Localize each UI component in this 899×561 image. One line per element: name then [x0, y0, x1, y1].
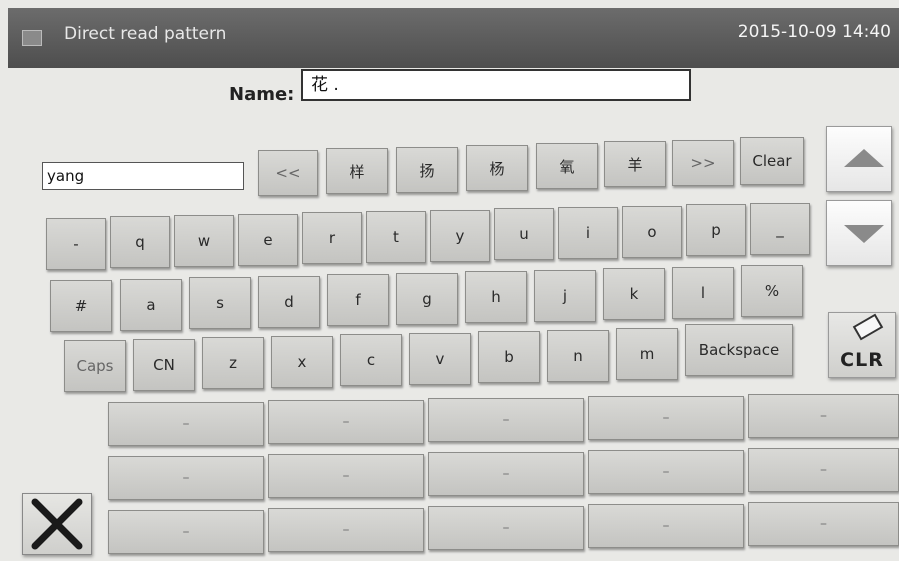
app-icon [22, 30, 42, 46]
page-down-button[interactable] [826, 200, 892, 266]
history-slot[interactable]: – [748, 502, 899, 546]
key-q[interactable]: q [110, 216, 170, 268]
down-triangle-icon [844, 225, 884, 243]
key-y[interactable]: y [430, 210, 490, 262]
history-slot[interactable]: – [748, 394, 899, 438]
key-i[interactable]: i [558, 207, 618, 259]
name-input[interactable]: 花 . [301, 69, 691, 101]
key-t[interactable]: t [366, 211, 426, 263]
key-o[interactable]: o [622, 206, 682, 258]
datetime-display: 2015-10-09 14:40 [737, 22, 891, 42]
key-k[interactable]: k [603, 268, 665, 320]
history-slot[interactable]: – [108, 510, 264, 554]
key-hash[interactable]: # [50, 280, 112, 332]
clr-label: CLR [840, 349, 884, 371]
backspace-key[interactable]: Backspace [685, 324, 793, 376]
candidate-next-button[interactable]: >> [672, 140, 734, 186]
history-slot[interactable]: – [588, 450, 744, 494]
candidate-button-5[interactable]: 羊 [604, 141, 666, 187]
up-triangle-icon [844, 149, 884, 167]
history-slot[interactable]: – [108, 456, 264, 500]
key-l[interactable]: l [672, 267, 734, 319]
candidate-button-3[interactable]: 杨 [466, 145, 528, 191]
key-s[interactable]: s [189, 277, 251, 329]
history-slot[interactable]: – [108, 402, 264, 446]
title-bar: Direct read pattern 2015-10-09 14:40 [8, 8, 899, 68]
key-g[interactable]: g [396, 273, 458, 325]
history-slot[interactable]: – [268, 400, 424, 444]
key-d[interactable]: d [258, 276, 320, 328]
window-title: Direct read pattern [64, 24, 227, 44]
history-slot[interactable]: – [268, 508, 424, 552]
candidate-button-1[interactable]: 样 [326, 148, 388, 194]
eraser-icon [852, 313, 884, 341]
cn-key[interactable]: CN [133, 339, 195, 391]
pinyin-input[interactable]: yang [42, 162, 244, 190]
key-dash[interactable]: - [46, 218, 106, 270]
key-m[interactable]: m [616, 328, 678, 380]
candidate-button-2[interactable]: 扬 [396, 147, 458, 193]
key-j[interactable]: j [534, 270, 596, 322]
key-c[interactable]: c [340, 334, 402, 386]
key-b[interactable]: b [478, 331, 540, 383]
history-slot[interactable]: – [748, 448, 899, 492]
key-percent[interactable]: % [741, 265, 803, 317]
name-label: Name: [229, 84, 295, 105]
key-z[interactable]: z [202, 337, 264, 389]
key-u[interactable]: u [494, 208, 554, 260]
history-slot[interactable]: – [428, 452, 584, 496]
key-w[interactable]: w [174, 215, 234, 267]
page-up-button[interactable] [826, 126, 892, 192]
key-h[interactable]: h [465, 271, 527, 323]
caps-key[interactable]: Caps [64, 340, 126, 392]
key-x[interactable]: x [271, 336, 333, 388]
key-a[interactable]: a [120, 279, 182, 331]
history-slot[interactable]: – [428, 398, 584, 442]
key-v[interactable]: v [409, 333, 471, 385]
key-p[interactable]: p [686, 204, 746, 256]
history-slot[interactable]: – [588, 396, 744, 440]
candidate-button-4[interactable]: 氧 [536, 143, 598, 189]
key-r[interactable]: r [302, 212, 362, 264]
history-slot[interactable]: – [268, 454, 424, 498]
key-e[interactable]: e [238, 214, 298, 266]
candidate-prev-button[interactable]: << [258, 150, 318, 196]
key-f[interactable]: f [327, 274, 389, 326]
key-underscore[interactable]: _ [750, 203, 810, 255]
close-button[interactable] [22, 493, 92, 555]
key-n[interactable]: n [547, 330, 609, 382]
history-slot[interactable]: – [588, 504, 744, 548]
clr-button[interactable]: CLR [828, 312, 896, 378]
history-slot[interactable]: – [428, 506, 584, 550]
x-mark-icon [31, 498, 83, 550]
clear-button[interactable]: Clear [740, 137, 804, 185]
